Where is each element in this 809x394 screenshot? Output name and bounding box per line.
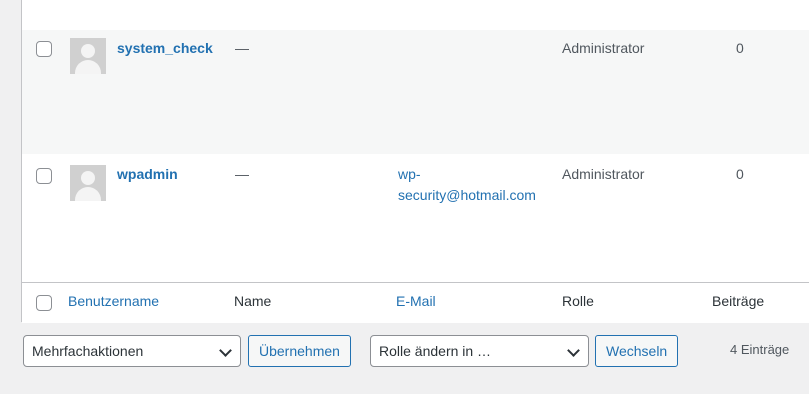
column-username[interactable]: Benutzername xyxy=(68,293,159,309)
row-checkbox[interactable] xyxy=(36,41,52,57)
name-cell: — xyxy=(235,166,249,182)
column-name: Name xyxy=(234,293,272,309)
role-cell: Administrator xyxy=(562,40,645,56)
posts-cell: 0 xyxy=(736,40,744,56)
chevron-down-icon xyxy=(567,344,580,357)
table-footer: Benutzername Name E-Mail Rolle Beiträge xyxy=(22,282,809,323)
role-change-select[interactable]: Rolle ändern in … xyxy=(370,335,589,367)
avatar xyxy=(70,38,106,74)
email-line-1: wp- xyxy=(398,166,421,182)
role-cell: Administrator xyxy=(562,166,645,182)
users-table: system_check — Administrator 0 wpadmin —… xyxy=(21,0,809,323)
bulk-actions-value: Mehrfachaktionen xyxy=(32,343,144,359)
email-link[interactable]: wp- security@hotmail.com xyxy=(398,164,548,206)
username-link[interactable]: wpadmin xyxy=(117,166,178,182)
bulk-actions-select[interactable]: Mehrfachaktionen xyxy=(23,335,241,367)
items-count: 4 Einträge xyxy=(730,342,790,357)
row-checkbox[interactable] xyxy=(36,168,52,184)
table-row: wpadmin — wp- security@hotmail.com Admin… xyxy=(22,154,809,282)
avatar xyxy=(70,165,106,201)
role-change-value: Rolle ändern in … xyxy=(379,343,492,359)
username-link[interactable]: system_check xyxy=(117,40,213,56)
posts-cell: 0 xyxy=(736,166,744,182)
chevron-down-icon xyxy=(219,344,232,357)
change-button[interactable]: Wechseln xyxy=(595,335,679,367)
table-row: system_check — Administrator 0 xyxy=(22,30,809,154)
column-role: Rolle xyxy=(562,293,594,309)
select-all-checkbox[interactable] xyxy=(36,295,52,311)
name-cell: — xyxy=(235,40,249,56)
email-line-2: security@hotmail.com xyxy=(398,187,536,203)
column-email[interactable]: E-Mail xyxy=(396,293,436,309)
table-row xyxy=(22,0,809,30)
column-posts: Beiträge xyxy=(712,293,765,309)
apply-button[interactable]: Übernehmen xyxy=(248,335,351,367)
